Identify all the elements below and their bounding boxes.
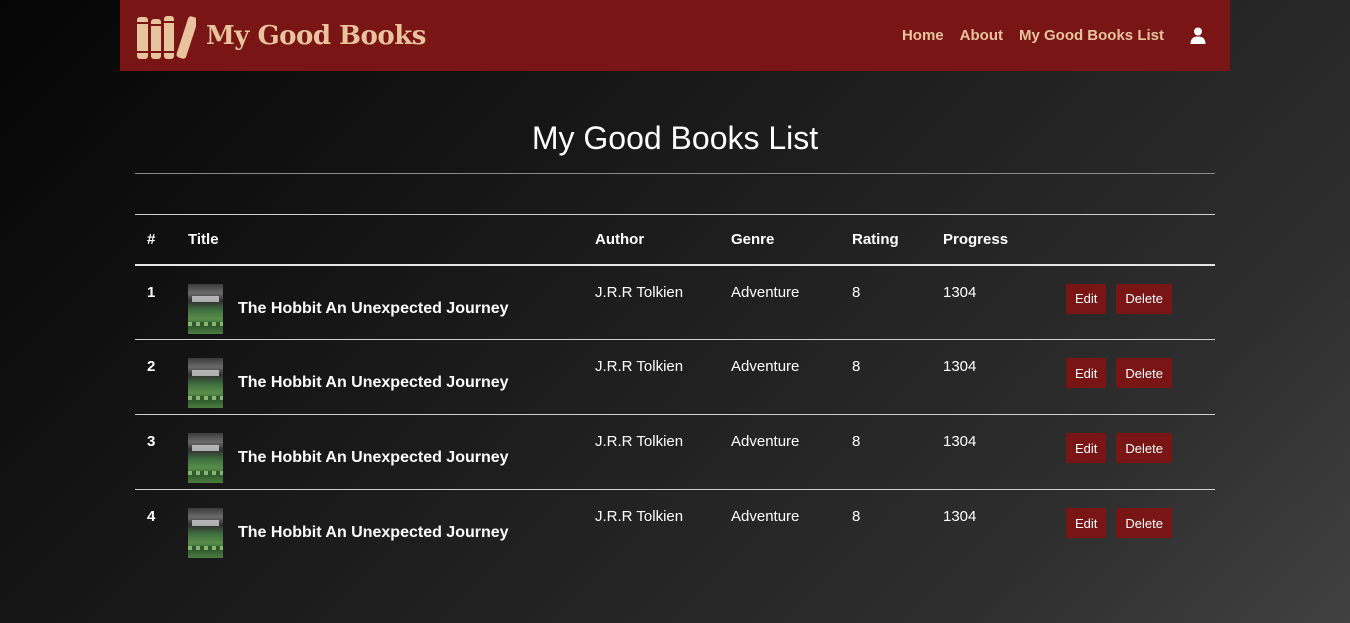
books-icon (136, 13, 196, 59)
header-title: Title (188, 230, 219, 248)
book-rating: 8 (852, 433, 861, 450)
book-genre: Adventure (731, 433, 800, 450)
header-num: # (147, 230, 156, 248)
header-progress: Progress (943, 230, 1009, 248)
delete-button[interactable]: Delete (1116, 508, 1172, 538)
book-genre: Adventure (731, 508, 800, 525)
book-author: J.R.R Tolkien (595, 508, 684, 525)
nav-links: Home About My Good Books List (902, 27, 1214, 44)
edit-button[interactable]: Edit (1066, 283, 1107, 314)
header-actions (1058, 215, 1215, 265)
row-num: 2 (147, 358, 156, 375)
user-icon[interactable] (1190, 27, 1206, 44)
book-title: The Hobbit An Unexpected Journey (238, 299, 509, 317)
book-rating: 8 (852, 358, 861, 375)
book-genre: Adventure (731, 283, 800, 301)
nav-link-home[interactable]: Home (902, 27, 944, 44)
table-header-row: # Title Author Genre Rating Progress (135, 214, 1215, 265)
book-cover-image (188, 283, 223, 334)
book-author: J.R.R Tolkien (595, 433, 684, 450)
book-progress: 1304 (943, 283, 977, 301)
book-author: J.R.R Tolkien (595, 358, 684, 375)
book-progress: 1304 (943, 508, 977, 525)
book-rating: 8 (852, 283, 861, 301)
book-progress: 1304 (943, 358, 977, 375)
row-num: 3 (147, 433, 156, 450)
book-rating: 8 (852, 508, 861, 525)
header-genre: Genre (731, 230, 775, 248)
book-title: The Hobbit An Unexpected Journey (238, 524, 509, 541)
nav-link-about[interactable]: About (960, 27, 1003, 44)
book-title: The Hobbit An Unexpected Journey (238, 374, 509, 391)
brand-link[interactable]: My Good Books (136, 13, 426, 59)
navbar: My Good Books Home About My Good Books L… (120, 0, 1230, 71)
table-row: 2 The Hobbit An Unexpected Journey J.R.R… (135, 340, 1215, 415)
book-cover-image (188, 358, 223, 408)
book-author: J.R.R Tolkien (595, 283, 684, 301)
book-cover-image (188, 508, 223, 558)
nav-link-my-good-books-list[interactable]: My Good Books List (1019, 27, 1164, 44)
book-progress: 1304 (943, 433, 977, 450)
brand-name: My Good Books (206, 20, 426, 51)
edit-button[interactable]: Edit (1066, 358, 1107, 388)
edit-button[interactable]: Edit (1066, 508, 1107, 538)
page-title: My Good Books List (531, 120, 819, 156)
table-row: 1 The Hobbit An Unexpected Journey J.R.R… (135, 265, 1215, 340)
row-num: 1 (147, 283, 156, 301)
book-title: The Hobbit An Unexpected Journey (238, 449, 509, 466)
row-num: 4 (147, 508, 156, 525)
delete-button[interactable]: Delete (1116, 283, 1172, 314)
books-table: # Title Author Genre Rating Progress 1 T… (135, 214, 1215, 565)
book-cover-image (188, 433, 223, 483)
table-row: 4 The Hobbit An Unexpected Journey J.R.R… (135, 490, 1215, 565)
table-row: 3 The Hobbit An Unexpected Journey J.R.R… (135, 415, 1215, 490)
edit-button[interactable]: Edit (1066, 433, 1107, 463)
title-divider (135, 173, 1215, 174)
delete-button[interactable]: Delete (1116, 358, 1172, 388)
header-author: Author (595, 230, 645, 248)
header-rating: Rating (852, 230, 899, 248)
book-genre: Adventure (731, 358, 800, 375)
delete-button[interactable]: Delete (1116, 433, 1172, 463)
